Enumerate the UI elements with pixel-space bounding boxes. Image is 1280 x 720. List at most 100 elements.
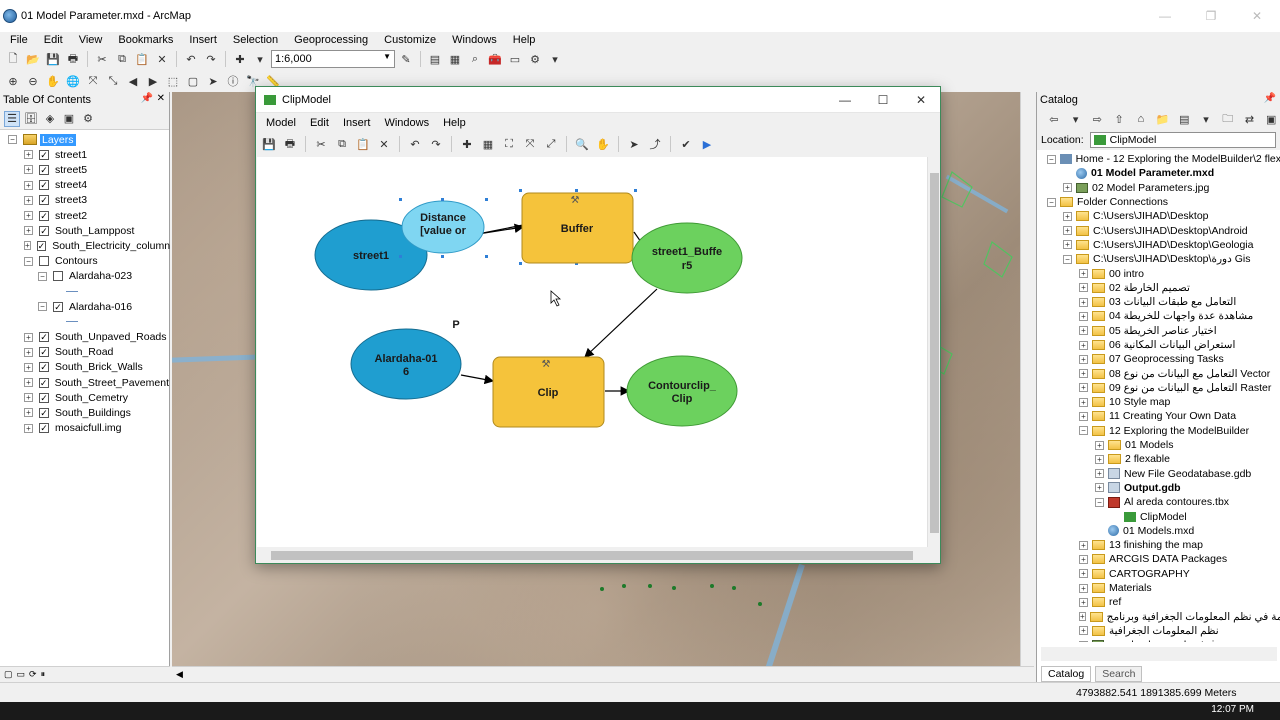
toc-layer-row[interactable]: + ✓ South_Brick_Walls: [0, 360, 169, 375]
catalog-tree-item[interactable]: + Materials: [1037, 581, 1280, 595]
catalog-tree-item[interactable]: + map background pptx.jpg: [1037, 638, 1280, 642]
expand-icon[interactable]: +: [1095, 454, 1104, 464]
menu-selection[interactable]: Selection: [223, 34, 284, 46]
layer-visibility-checkbox[interactable]: ✓: [39, 195, 49, 206]
undo-icon[interactable]: ↶: [182, 50, 200, 68]
catalog-tree-item[interactable]: +05 اختيار عناصر الخريطة: [1037, 324, 1280, 338]
scroll-left-icon[interactable]: ◀: [176, 669, 183, 680]
toc-layer-row[interactable]: + ✓ South_Buildings: [0, 405, 169, 420]
pin-icon[interactable]: 📌: [1264, 93, 1276, 104]
tab-search[interactable]: Search: [1095, 666, 1143, 682]
layer-visibility-checkbox[interactable]: ✓: [39, 210, 49, 221]
redo-icon[interactable]: ↷: [202, 50, 220, 68]
cut-icon[interactable]: ✂: [93, 50, 111, 68]
dropdown-icon[interactable]: ▾: [251, 50, 269, 68]
layer-visibility-checkbox[interactable]: ✓: [39, 407, 49, 418]
layer-visibility-checkbox[interactable]: [53, 271, 63, 282]
expand-icon[interactable]: +: [1079, 369, 1088, 379]
zoom-to-fit-icon[interactable]: ⤢: [542, 135, 560, 153]
expand-icon[interactable]: +: [1063, 226, 1072, 236]
catalog-tree-item[interactable]: + CARTOGRAPHY: [1037, 567, 1280, 581]
expand-icon[interactable]: +: [24, 165, 33, 175]
zoom-icon[interactable]: 🔍: [573, 135, 591, 153]
menu-help[interactable]: Help: [503, 34, 542, 46]
select-features-icon[interactable]: ⬚: [164, 72, 182, 90]
toc-window-icon[interactable]: ▤: [426, 50, 444, 68]
catalog-tree-item[interactable]: +09 التعامل مع البيانات من نوع Raster: [1037, 381, 1280, 395]
minimize-icon[interactable]: —: [826, 87, 864, 113]
minimize-icon[interactable]: —: [1142, 0, 1188, 32]
layers-root-row[interactable]: − Layers: [0, 132, 169, 147]
expand-icon[interactable]: +: [1079, 311, 1088, 321]
expand-icon[interactable]: +: [1095, 469, 1104, 479]
layer-visibility-checkbox[interactable]: ✓: [36, 240, 47, 251]
catalog-tree-item[interactable]: + ref: [1037, 595, 1280, 609]
expand-icon[interactable]: +: [1079, 297, 1088, 307]
map-vertical-scrollbar[interactable]: [1020, 92, 1034, 666]
print-icon[interactable]: 🖶: [281, 135, 299, 153]
catalog-tree-item[interactable]: +11 Creating Your Own Data: [1037, 409, 1280, 423]
options-icon[interactable]: ⚙: [80, 111, 96, 127]
toc-layer-row[interactable]: + ✓ South_Lamppost: [0, 223, 169, 238]
refresh-icon[interactable]: ⟳: [29, 669, 37, 680]
expand-icon[interactable]: +: [1079, 269, 1088, 279]
list-by-selection-icon[interactable]: ▣: [61, 111, 77, 127]
list-by-source-icon[interactable]: 🗄: [23, 111, 39, 127]
tab-catalog[interactable]: Catalog: [1041, 666, 1092, 682]
forward-extent-icon[interactable]: ▶: [144, 72, 162, 90]
layer-visibility-checkbox[interactable]: ✓: [53, 301, 63, 312]
select-elements-icon[interactable]: ➤: [204, 72, 222, 90]
catalog-tree-item[interactable]: − 12 Exploring the ModelBuilder: [1037, 424, 1280, 438]
menu-customize[interactable]: Customize: [374, 34, 442, 46]
fixed-zoom-out-icon[interactable]: ⤡: [104, 72, 122, 90]
new-icon[interactable]: 🗋: [4, 50, 22, 68]
catalog-tree-item[interactable]: +03 التعامل مع طبقات البيانات: [1037, 295, 1280, 309]
layer-visibility-checkbox[interactable]: ✓: [39, 164, 49, 175]
collapse-icon[interactable]: −: [1095, 497, 1104, 507]
expand-icon[interactable]: +: [24, 241, 31, 251]
layer-visibility-checkbox[interactable]: ✓: [39, 149, 49, 160]
paste-icon[interactable]: 📋: [354, 135, 372, 153]
fixed-zoom-in-icon[interactable]: ⤧: [84, 72, 102, 90]
close-icon[interactable]: ✕: [902, 87, 940, 113]
open-icon[interactable]: 📂: [24, 50, 42, 68]
catalog-tree-item[interactable]: +2 flexable: [1037, 452, 1280, 466]
mb-menu-insert[interactable]: Insert: [333, 117, 375, 129]
catalog-tree-item[interactable]: +02 تصميم الخارطة: [1037, 281, 1280, 295]
catalog-tree-item[interactable]: +02 Model Parameters.jpg: [1037, 181, 1280, 195]
scroll-thumb[interactable]: [930, 173, 939, 533]
toc-layer-row[interactable]: + ✓ mosaicfull.img: [0, 421, 169, 436]
up-one-level-icon[interactable]: ⇧: [1110, 110, 1128, 128]
menu-windows[interactable]: Windows: [442, 34, 503, 46]
undo-icon[interactable]: ↶: [406, 135, 424, 153]
location-field[interactable]: ClipModel: [1089, 132, 1276, 148]
catalog-tree-item[interactable]: +04 مشاهدة عدة واجهات للخريطة: [1037, 309, 1280, 323]
full-extent-icon[interactable]: 🌐: [64, 72, 82, 90]
expand-icon[interactable]: +: [1079, 583, 1088, 593]
catalog-tree-item[interactable]: +01 Models: [1037, 438, 1280, 452]
pan-icon[interactable]: ✋: [44, 72, 62, 90]
layer-visibility-checkbox[interactable]: ✓: [39, 362, 49, 373]
catalog-tree-item[interactable]: +00 intro: [1037, 266, 1280, 280]
collapse-icon[interactable]: −: [38, 271, 47, 281]
expand-icon[interactable]: +: [1079, 340, 1088, 350]
layer-visibility-checkbox[interactable]: ✓: [39, 423, 49, 434]
expand-icon[interactable]: +: [1079, 612, 1086, 622]
model-canvas[interactable]: street1 Distance [value or Buffer ⚒ stre…: [257, 157, 927, 547]
expand-icon[interactable]: +: [1079, 640, 1088, 642]
catalog-tree-item[interactable]: + مة في نظم المعلومات الجغرافية وبرنامج: [1037, 610, 1280, 624]
mb-menu-model[interactable]: Model: [256, 117, 300, 129]
expand-icon[interactable]: +: [1079, 540, 1088, 550]
mb-menu-help[interactable]: Help: [433, 117, 470, 129]
collapse-icon[interactable]: −: [8, 135, 17, 145]
maximize-icon[interactable]: ❐: [1188, 0, 1234, 32]
close-icon[interactable]: ✕: [1234, 0, 1280, 32]
expand-icon[interactable]: +: [1063, 211, 1072, 221]
toc-layer-row[interactable]: − Contours: [0, 254, 169, 269]
layer-visibility-checkbox[interactable]: ✓: [39, 347, 49, 358]
clear-selection-icon[interactable]: ▢: [184, 72, 202, 90]
identify-icon[interactable]: ⓘ: [224, 72, 242, 90]
menu-file[interactable]: File: [0, 34, 34, 46]
catalog-tree-item[interactable]: +13 finishing the map: [1037, 538, 1280, 552]
new-folder-icon[interactable]: 🗀: [1219, 110, 1237, 128]
